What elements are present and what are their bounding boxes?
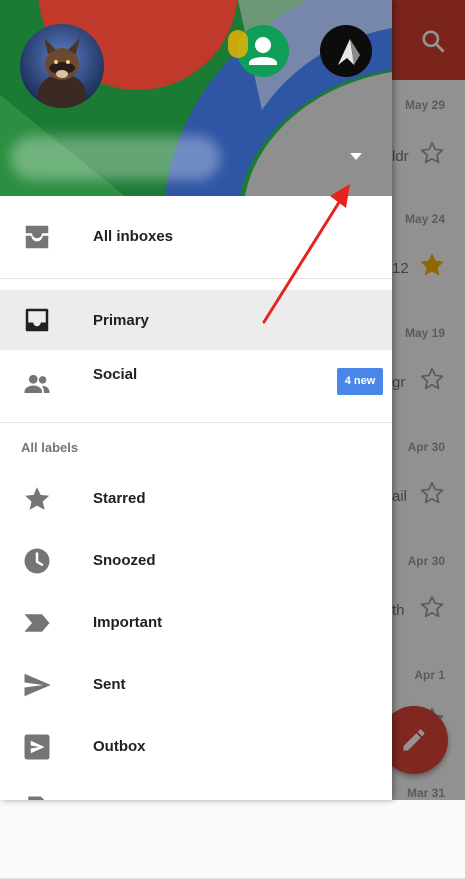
avatar-image	[320, 25, 372, 77]
account-name-email[interactable]	[10, 136, 220, 180]
people-icon	[24, 374, 50, 393]
drawer-item-starred[interactable]: Starred	[0, 468, 392, 530]
avatar[interactable]	[320, 25, 372, 77]
all-inboxes-icon	[25, 225, 49, 249]
avatar[interactable]	[20, 24, 104, 108]
drawer-item-label: Snoozed	[93, 552, 156, 569]
drawer-item-drafts[interactable]	[0, 778, 392, 800]
drawer-item-label: Sent	[93, 676, 126, 693]
triangle-down-icon[interactable]	[348, 152, 364, 162]
drawer-item-label: Starred	[93, 490, 146, 507]
divider	[0, 278, 392, 279]
account-header[interactable]	[0, 0, 392, 196]
important-icon	[24, 614, 50, 632]
drawer-item-all-inboxes[interactable]: All inboxes	[0, 196, 392, 278]
drawer-item-label: Outbox	[93, 738, 146, 755]
avatar-image	[20, 24, 104, 108]
drawer-item-social[interactable]: Social	[0, 350, 392, 422]
star-icon	[25, 487, 50, 510]
navigation-drawer: All inboxes Primary Social 4 new All lab…	[0, 0, 392, 800]
inbox-icon	[25, 308, 49, 332]
labels-heading: All labels	[21, 440, 79, 455]
drawer-item-label: All inboxes	[93, 228, 174, 245]
drawer-item-label: Social	[93, 366, 138, 383]
drawer-item-primary[interactable]: Primary	[0, 290, 392, 350]
drawer-item-outbox[interactable]: Outbox	[0, 716, 392, 778]
drawer-item-sent[interactable]: Sent	[0, 654, 392, 716]
new-count-badge: 4 new	[337, 368, 383, 395]
drafts-icon	[28, 796, 45, 800]
drawer-item-label: Important	[93, 614, 163, 631]
drawer-item-important[interactable]: Important	[0, 592, 392, 654]
avatar-edge	[228, 30, 248, 58]
drawer-item-snoozed[interactable]: Snoozed	[0, 530, 392, 592]
clock-icon	[24, 548, 50, 574]
divider	[0, 422, 392, 423]
outbox-icon	[24, 734, 50, 760]
send-icon	[24, 673, 51, 697]
drawer-item-label: Primary	[93, 312, 149, 329]
